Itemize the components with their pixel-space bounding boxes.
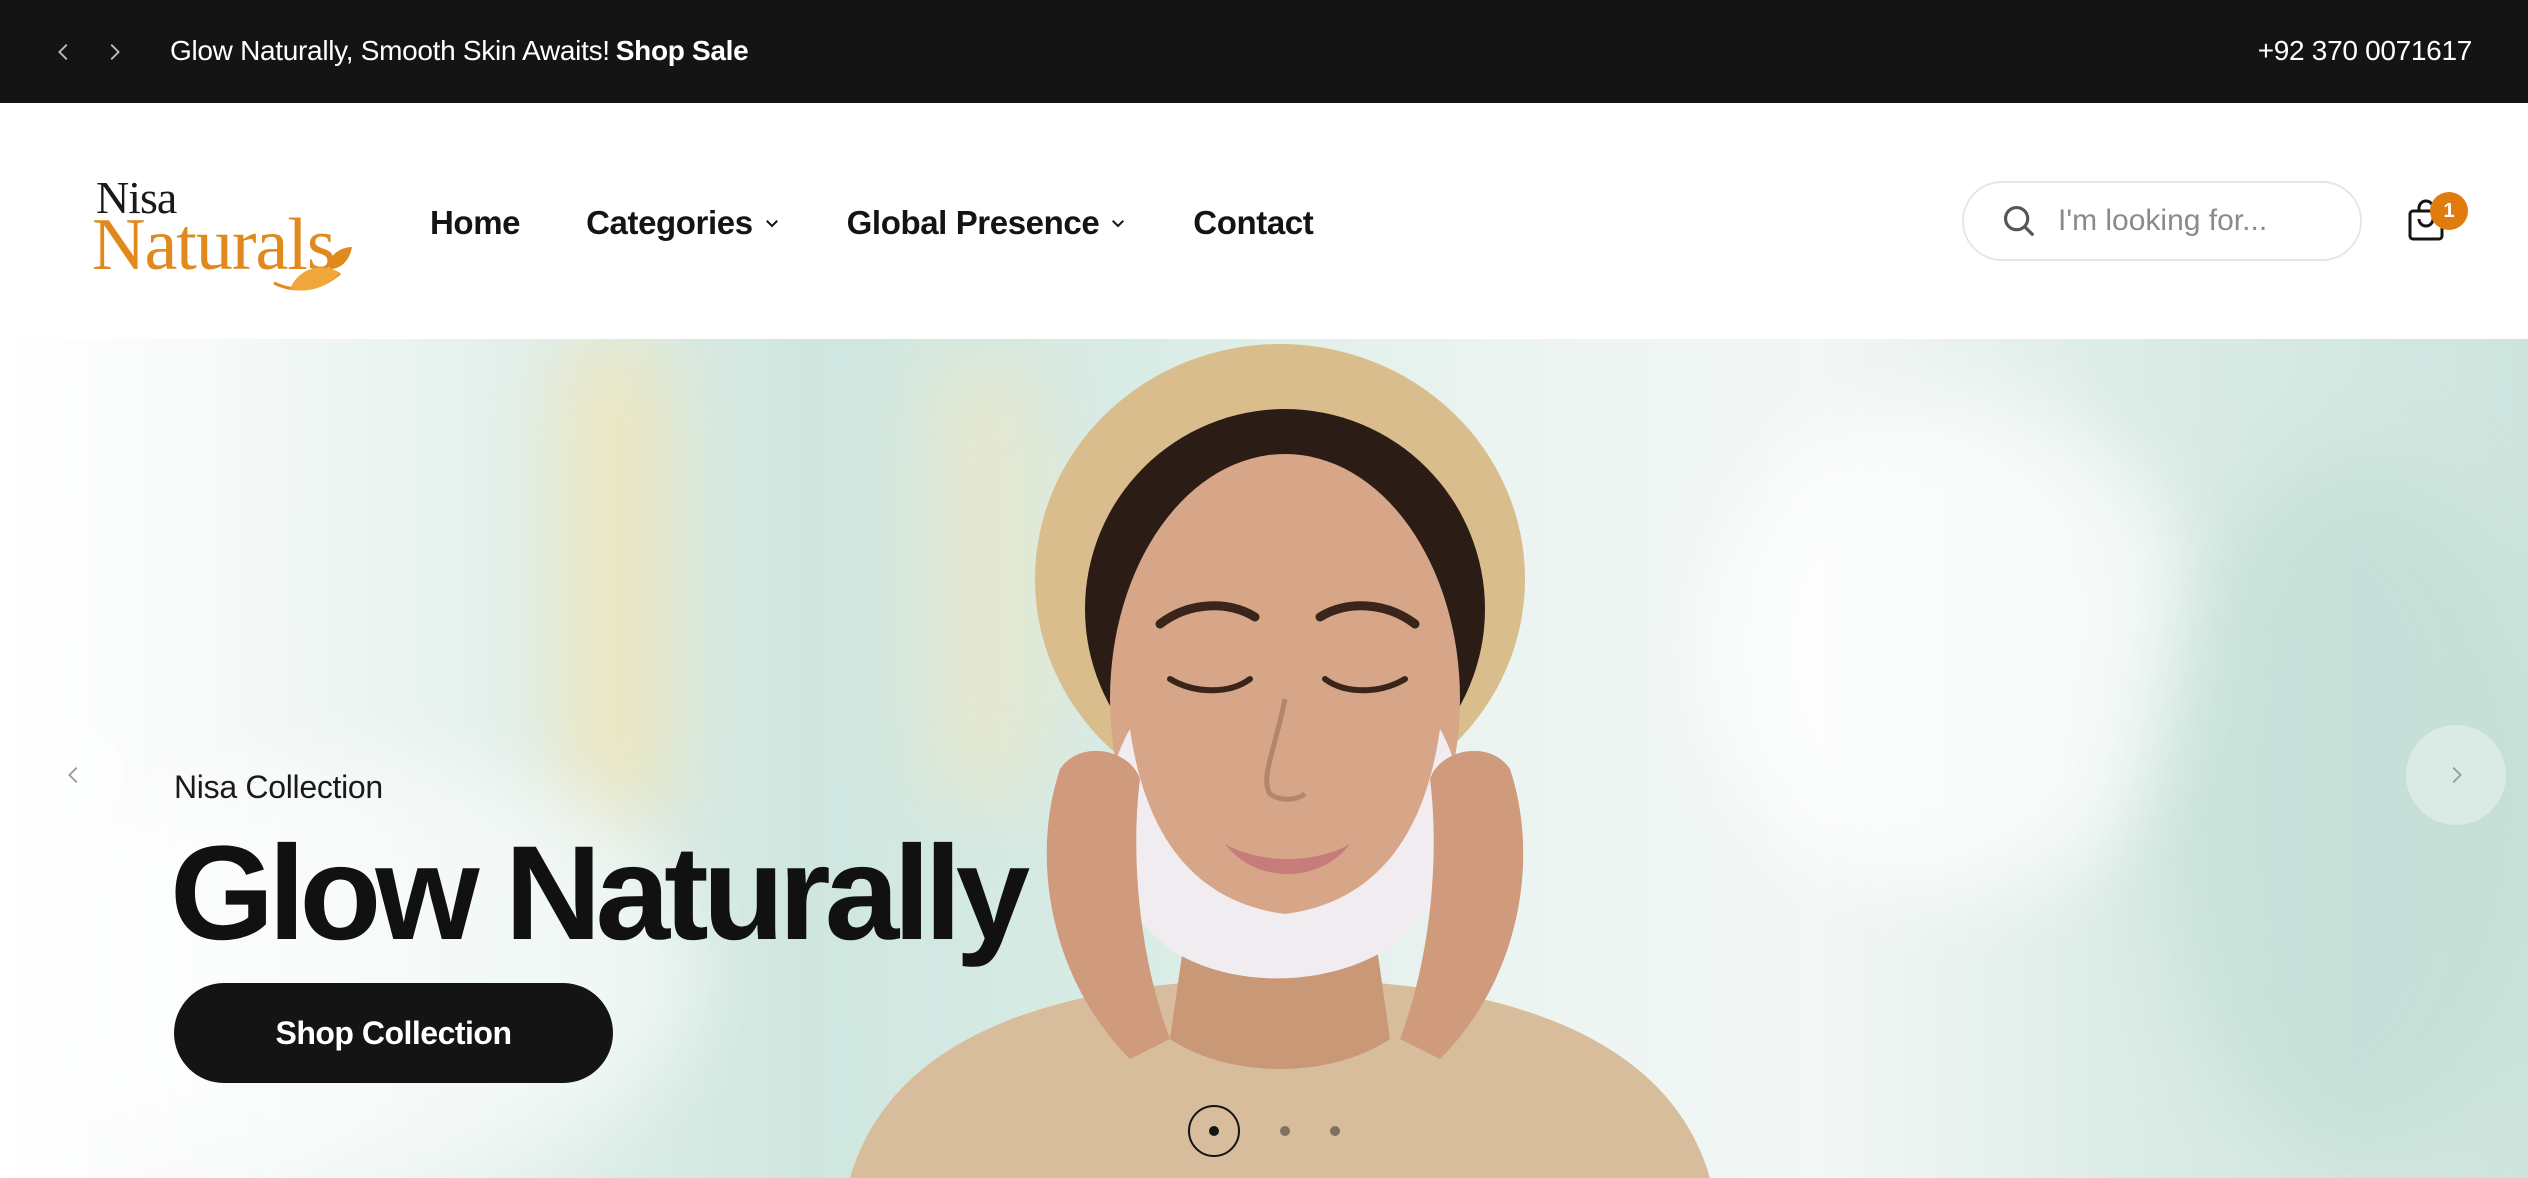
chevron-right-icon bbox=[110, 44, 120, 60]
hero-subtitle: Nisa Collection bbox=[174, 769, 383, 805]
shop-collection-button[interactable]: Shop Collection bbox=[174, 983, 613, 1083]
chevron-left-icon bbox=[58, 44, 68, 60]
background-light bbox=[1700, 399, 2200, 899]
leaf-icon bbox=[273, 247, 352, 291]
site-header: Nisa Naturals Home Categories Global Pre… bbox=[0, 103, 2528, 339]
announcement-message: Glow Naturally, Smooth Skin Awaits! Shop … bbox=[170, 32, 749, 70]
background-light bbox=[560, 339, 670, 819]
hero-model-image bbox=[850, 344, 1710, 1178]
slide-next-button[interactable] bbox=[2406, 725, 2506, 825]
phone-number[interactable]: +92 370 0071617 bbox=[2258, 32, 2473, 70]
chevron-down-icon bbox=[1112, 220, 1125, 228]
hero-title: Glow Naturally bbox=[170, 819, 1030, 968]
slide-dot-2[interactable] bbox=[1280, 1126, 1290, 1136]
nav-global-presence-label: Global Presence bbox=[846, 204, 1100, 241]
slide-dot-1[interactable] bbox=[1188, 1105, 1240, 1157]
slide-pagination bbox=[1188, 1105, 1340, 1157]
announcement-prev-button[interactable] bbox=[46, 34, 82, 70]
nav-home-label: Home bbox=[430, 204, 521, 241]
brand-logo[interactable]: Nisa Naturals bbox=[92, 173, 352, 293]
chevron-down-icon bbox=[765, 220, 778, 228]
slide-prev-button[interactable] bbox=[24, 725, 124, 825]
chevron-left-icon bbox=[68, 767, 78, 783]
search-box[interactable] bbox=[1962, 181, 2362, 261]
nav-contact[interactable]: Contact bbox=[1193, 204, 1313, 242]
announcement-next-button[interactable] bbox=[96, 34, 132, 70]
nav-home[interactable]: Home bbox=[430, 204, 520, 242]
cart-count-badge: 1 bbox=[2430, 192, 2468, 230]
slide-dot-3[interactable] bbox=[1330, 1126, 1340, 1136]
nav-global-presence[interactable]: Global Presence bbox=[847, 204, 1128, 242]
announcement-text: Glow Naturally, Smooth Skin Awaits! bbox=[170, 35, 610, 66]
search-icon[interactable] bbox=[2000, 202, 2038, 240]
search-input[interactable] bbox=[2058, 204, 2348, 238]
shop-sale-link[interactable]: Shop Sale bbox=[616, 35, 749, 66]
hero-banner: Nisa Collection Glow Naturally Shop Coll… bbox=[0, 339, 2528, 1178]
chevron-right-icon bbox=[2452, 767, 2462, 783]
nav-categories[interactable]: Categories bbox=[586, 204, 781, 242]
announcement-bar: Glow Naturally, Smooth Skin Awaits! Shop … bbox=[0, 0, 2528, 103]
main-nav: Home Categories Global Presence Contact bbox=[430, 199, 1379, 247]
nav-contact-label: Contact bbox=[1193, 204, 1314, 241]
nav-categories-label: Categories bbox=[586, 204, 753, 241]
